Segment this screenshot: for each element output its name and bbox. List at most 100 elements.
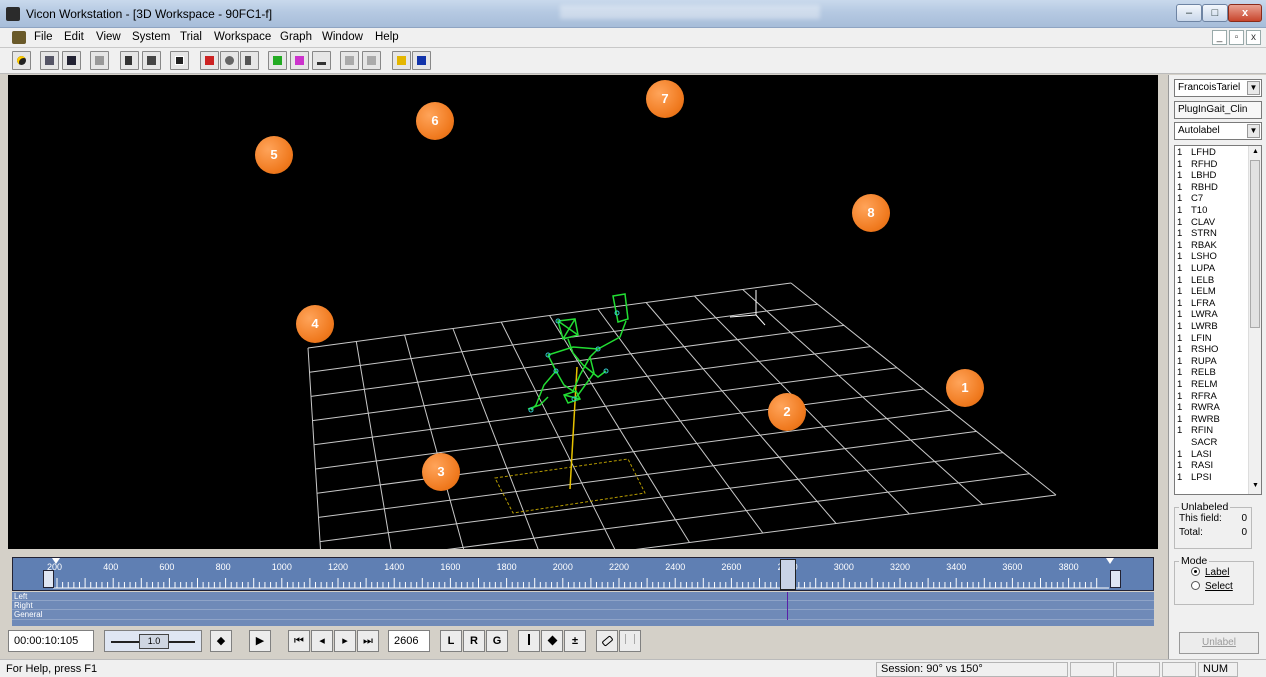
menu-edit[interactable]: Edit [64,31,84,43]
chevron-down-icon[interactable]: ▼ [1247,124,1260,138]
toggle-left-button[interactable]: L [440,630,462,652]
ground-icon[interactable] [312,51,331,70]
range-end-handle[interactable] [1110,570,1121,588]
label-mode-select[interactable]: Autolabel ▼ [1174,122,1262,140]
menu-window[interactable]: Window [322,31,363,43]
ruler-tick-label: 3600 [1002,562,1023,572]
unlabeled-legend: Unlabeled [1181,501,1229,513]
record-icon[interactable] [12,51,31,70]
chevron-down-icon[interactable]: ▼ [1247,81,1260,95]
timeline-lower-band [12,620,1154,626]
first-frame-button[interactable]: ⏮ [288,630,310,652]
marker-list-scrollbar[interactable]: ▲ ▼ [1248,146,1261,494]
marker-count: 1 [1177,448,1183,460]
marker-badge-1: 1 [946,369,984,407]
menu-trial[interactable]: Trial [180,31,202,43]
radio-select[interactable] [1191,581,1200,590]
speed-slider-thumb[interactable]: 1.0 [139,634,169,649]
status-cell-empty-1 [1070,662,1114,677]
next-frame-button[interactable]: ▸ [334,630,356,652]
last-frame-button[interactable]: ⏭ [357,630,379,652]
capture-icon[interactable] [142,51,161,70]
menu-help[interactable]: Help [375,31,399,43]
marker-count: 1 [1177,460,1183,472]
track-left: Left [12,592,1154,601]
realtime-icon[interactable] [170,51,189,70]
redo-icon[interactable] [362,51,381,70]
mdi-close-button[interactable]: x [1246,30,1261,45]
marker-count: 1 [1177,309,1183,321]
frame-ruler[interactable]: 200 400 600 800 1000 1200 1400 1600 1800 2000 2200… [12,557,1154,591]
marker-name: LWRB [1191,321,1218,332]
graph-icon[interactable] [290,51,309,70]
document-icon[interactable] [12,31,26,44]
mode-label-option[interactable]: Label [1179,567,1249,581]
radio-label[interactable] [1191,567,1200,576]
toggle-right-button[interactable]: R [463,630,485,652]
unlabel-button[interactable]: Unlabel [1179,632,1259,654]
app-icon[interactable] [6,7,20,21]
menu-system[interactable]: System [132,31,170,43]
timecode-field[interactable]: 00:00:10:105 [8,630,94,652]
status-help-text: For Help, press F1 [6,663,98,675]
bounce-button[interactable]: ◆ [210,630,232,652]
menu-view[interactable]: View [96,31,121,43]
marker-count: 1 [1177,425,1183,437]
subject-select[interactable]: FrancoisTariel ▼ [1174,79,1262,97]
range-start-handle[interactable] [43,570,54,588]
undo-icon[interactable] [340,51,359,70]
marker-count: 1 [1177,286,1183,298]
status-cell-empty-3 [1162,662,1196,677]
maximize-button[interactable]: □ [1202,4,1228,22]
marker-list[interactable]: 1 LFHD 1 RFHD 1 LBHD 1 RBHD 1 C7 1 T10 1 CLAV 1 STRN 1 RB… [1174,145,1262,495]
speed-slider[interactable]: 1.0 [104,630,202,652]
workstation-icon[interactable] [200,51,219,70]
mode-select-option[interactable]: Select [1179,581,1249,595]
play-button[interactable]: ▶ [249,630,271,652]
frame-number-field[interactable]: 2606 [388,630,430,652]
menu-workspace[interactable]: Workspace [214,31,271,43]
scroll-up-icon[interactable]: ▲ [1252,148,1259,155]
eraser-icon[interactable] [596,630,618,652]
playback-bar: 00:00:10:105 1.0 ◆ ▶ ⏮ ◂ ▸ ⏭ 2606 L R G … [8,628,1158,656]
close-button[interactable]: x [1228,4,1262,22]
skeleton-icon[interactable] [120,51,139,70]
mode-group: Mode Label Select [1174,555,1254,605]
event-diamond-icon[interactable] [541,630,563,652]
marker-name: RUPA [1191,355,1217,367]
marker-count: 1 [1177,147,1183,158]
3d-workspace-viewport[interactable]: 1 2 3 4 5 6 7 8 [8,75,1158,549]
print-icon[interactable] [90,51,109,70]
prev-frame-button[interactable]: ◂ [311,630,333,652]
marker-count: 1 [1177,239,1183,251]
model-field[interactable]: PlugInGait_Clin [1174,101,1262,119]
marker-count: 1 [1177,170,1183,182]
toggle-general-button[interactable]: G [486,630,508,652]
marker-name: RBHD [1191,181,1218,193]
current-frame-handle[interactable] [779,559,796,590]
marker-name: SACR [1191,437,1218,448]
minimize-button[interactable]: – [1176,4,1202,22]
mdi-minimize-button[interactable]: _ [1212,30,1227,45]
scroll-down-icon[interactable]: ▼ [1252,482,1259,489]
help-icon[interactable] [392,51,411,70]
marker-name: LUPA [1191,263,1216,274]
insert-event-button[interactable] [518,630,540,652]
menu-file[interactable]: File [34,31,53,43]
pipeline-icon[interactable] [268,51,287,70]
marker-count: 1 [1177,297,1183,309]
marker-name: LBHD [1191,170,1217,182]
open-icon[interactable] [40,51,59,70]
this-field-value: 0 [1241,513,1247,524]
menu-graph[interactable]: Graph [280,31,312,43]
context-help-icon[interactable] [412,51,431,70]
ruler-tick-label: 2400 [665,562,686,572]
mdi-restore-button[interactable]: ▫ [1229,30,1244,45]
event-plusminus-icon[interactable]: ± [564,630,586,652]
marker-name: LSHO [1191,251,1217,263]
ruler-tick-label: 400 [103,562,119,572]
clip-icon[interactable] [240,51,259,70]
save-icon[interactable] [62,51,81,70]
cameras-icon[interactable] [220,51,239,70]
scroll-thumb[interactable] [1250,160,1260,328]
